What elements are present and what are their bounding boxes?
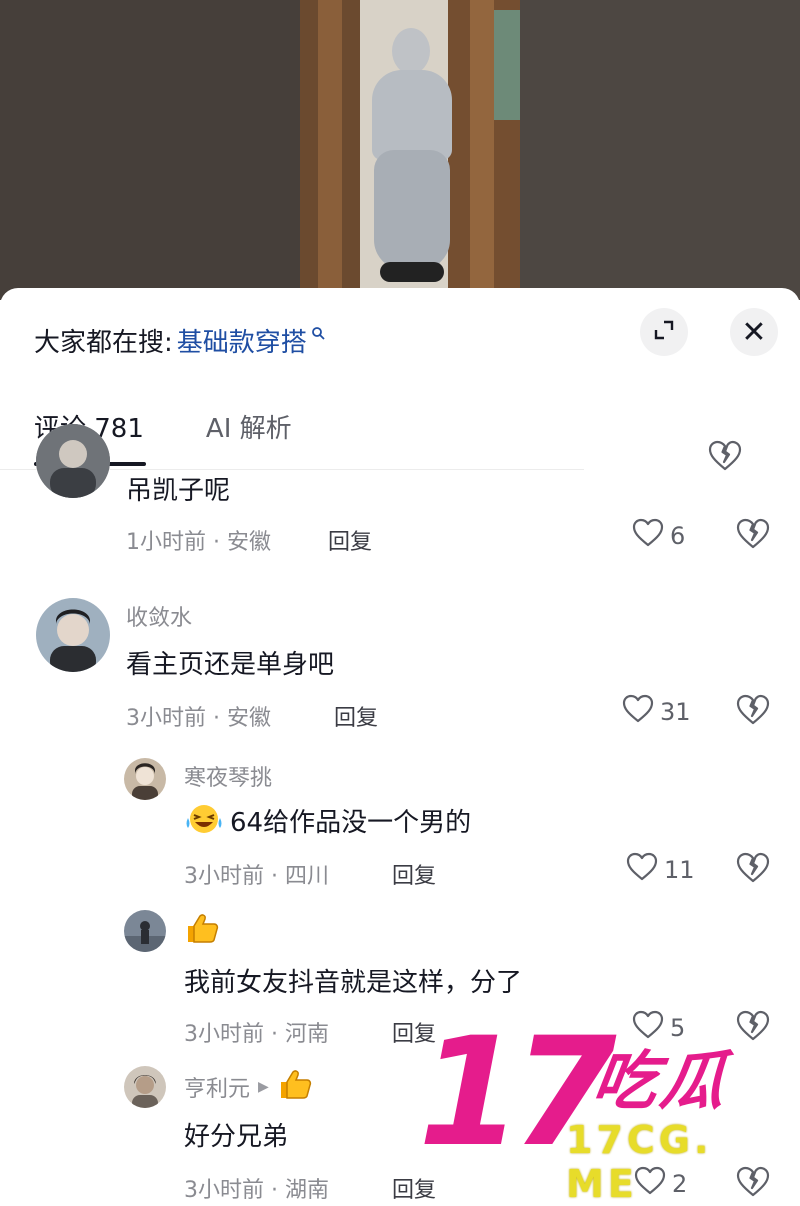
comment-text: 看主页还是单身吧 bbox=[126, 644, 334, 681]
dislike-icon bbox=[736, 694, 770, 730]
comment-text-content: 64给作品没一个男的 bbox=[230, 808, 472, 838]
avatar[interactable] bbox=[36, 598, 110, 672]
comment-text-content: 看主页还是单身吧 bbox=[126, 650, 335, 680]
reply-button[interactable]: 回复 bbox=[392, 858, 436, 890]
trending-search[interactable]: 大家都在搜: 基础款穿搭 bbox=[34, 320, 325, 360]
heart-icon bbox=[622, 694, 654, 730]
comment-meta: 1小时前 · 安徽 bbox=[126, 530, 271, 555]
comment-meta: 3小时前 · 湖南 bbox=[184, 1178, 329, 1203]
watermark-url: 17CG. ME bbox=[566, 1118, 713, 1206]
close-icon: ✕ bbox=[741, 314, 767, 350]
video-person-body bbox=[372, 70, 452, 160]
comment-meta: 3小时前 · 河南 bbox=[184, 1022, 329, 1047]
reply-button[interactable]: 回复 bbox=[334, 700, 378, 732]
watermark-chinese: 吃瓜 bbox=[587, 1045, 735, 1119]
avatar[interactable] bbox=[36, 424, 110, 498]
video-person-feet bbox=[380, 262, 444, 282]
comment-text: 我前女友抖音就是这样，分了 bbox=[184, 962, 522, 999]
close-button[interactable]: ✕ bbox=[730, 308, 778, 356]
search-icon bbox=[311, 326, 325, 344]
comment-username-text: 亨利元 bbox=[184, 1077, 251, 1102]
comment-text-content: 好分兄弟 bbox=[184, 1122, 289, 1152]
dislike-icon bbox=[736, 852, 770, 888]
expand-button[interactable] bbox=[640, 308, 688, 356]
dislike-button[interactable] bbox=[736, 694, 770, 730]
play-arrow-icon: ▶ bbox=[258, 1079, 269, 1095]
comment-username[interactable] bbox=[184, 912, 228, 950]
reply-button[interactable]: 回复 bbox=[328, 524, 372, 556]
like-count: 6 bbox=[670, 522, 686, 550]
site-watermark: 17 吃瓜 17CG. ME bbox=[418, 1018, 788, 1206]
tab-ai-analysis[interactable]: AI 解析 bbox=[206, 408, 292, 445]
like-button[interactable]: 6 bbox=[632, 518, 685, 554]
avatar[interactable] bbox=[124, 1066, 166, 1108]
comment-text: 吊凯子呢 bbox=[126, 470, 230, 507]
video-door-frame-right-inner bbox=[470, 0, 494, 300]
heart-icon bbox=[626, 852, 658, 888]
video-frame[interactable] bbox=[0, 0, 800, 300]
comment-text: 好分兄弟 bbox=[184, 1116, 288, 1153]
video-wall-right bbox=[520, 0, 800, 300]
dislike-button[interactable] bbox=[736, 518, 770, 554]
comment-username[interactable]: 寒夜琴挑 bbox=[184, 760, 272, 792]
video-person-head bbox=[392, 28, 430, 74]
comment-text-content: 吊凯子呢 bbox=[126, 476, 231, 506]
comment-username[interactable]: 亨利元 ▶ bbox=[184, 1068, 313, 1106]
dislike-button[interactable] bbox=[736, 852, 770, 888]
trending-search-term[interactable]: 基础款穿搭 bbox=[177, 322, 307, 359]
like-button[interactable]: 31 bbox=[622, 694, 691, 730]
avatar[interactable] bbox=[124, 910, 166, 952]
comment-text: 64给作品没一个男的 bbox=[184, 802, 471, 839]
comment-meta: 3小时前 · 安徽 bbox=[126, 706, 271, 731]
dislike-icon[interactable] bbox=[708, 440, 742, 476]
like-count: 31 bbox=[660, 698, 691, 726]
comment-meta: 3小时前 · 四川 bbox=[184, 864, 329, 889]
heart-icon bbox=[632, 518, 664, 554]
avatar[interactable] bbox=[124, 758, 166, 800]
video-wall-left bbox=[0, 0, 320, 300]
comment-username[interactable]: 收敛水 bbox=[126, 600, 192, 632]
thumbs-up-icon bbox=[277, 1068, 313, 1106]
video-person-legs bbox=[374, 150, 450, 270]
trending-search-prefix: 大家都在搜: bbox=[34, 327, 173, 358]
dislike-icon bbox=[736, 518, 770, 554]
video-door-frame-inner bbox=[318, 0, 342, 300]
laughing-crying-icon bbox=[184, 802, 224, 839]
expand-icon bbox=[652, 318, 676, 346]
like-button[interactable]: 11 bbox=[626, 852, 695, 888]
video-window bbox=[494, 10, 520, 120]
thumbs-up-icon bbox=[184, 912, 220, 950]
like-count: 11 bbox=[664, 856, 695, 884]
comment-text-content: 我前女友抖音就是这样，分了 bbox=[184, 968, 523, 998]
